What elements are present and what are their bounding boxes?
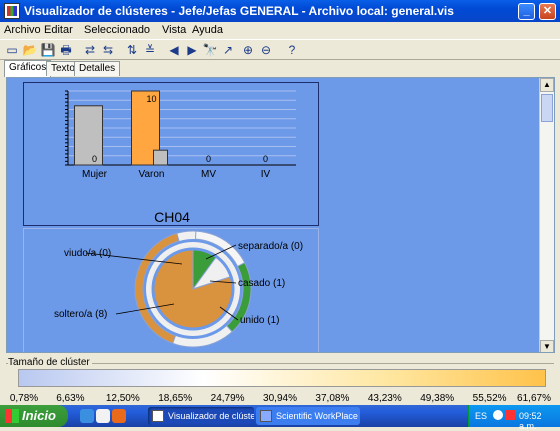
- main-window: Visualizador de clústeres - Jefe/Jefas G…: [0, 0, 560, 405]
- x-tick-label: MV: [201, 169, 216, 180]
- charts-area[interactable]: 0 Mujer 10 Varon 0 MV 0 IV CH04 viudo/a (0) sepa…: [6, 77, 555, 353]
- pie-label: viudo/a (0): [64, 248, 111, 259]
- system-tray: ES 09:52 a.m.: [468, 405, 560, 431]
- windows-flag-icon: [5, 409, 19, 423]
- pie-label: separado/a (0): [238, 241, 303, 252]
- help-icon[interactable]: ?: [284, 42, 300, 58]
- task-scientific-workplace[interactable]: Scientific WorkPlace -...: [256, 407, 360, 425]
- security-icon[interactable]: [505, 410, 515, 420]
- task-visualizador-label: Visualizador de clúste...: [168, 411, 254, 421]
- open-icon[interactable]: 📂: [22, 42, 38, 58]
- legend-tick: 30,94%: [263, 393, 297, 404]
- task-swp-label: Scientific WorkPlace -...: [276, 411, 360, 421]
- print-icon[interactable]: 🖶: [58, 42, 74, 58]
- binoculars-icon[interactable]: 🔭: [202, 42, 218, 58]
- redo-icon[interactable]: ⇄: [82, 42, 98, 58]
- start-button[interactable]: Inicio: [0, 405, 68, 427]
- filter-icon[interactable]: ≚: [142, 42, 158, 58]
- legend-tick: 24,79%: [210, 393, 245, 404]
- legend-tick: 43,23%: [367, 393, 402, 404]
- clock: 09:52 a.m.: [519, 411, 542, 431]
- start-label: Inicio: [22, 408, 56, 423]
- zoom-out-icon[interactable]: ⊖: [258, 42, 274, 58]
- language-indicator[interactable]: ES: [475, 411, 487, 421]
- legend-tick: 55,52%: [472, 393, 507, 404]
- data-label: 10: [146, 94, 156, 104]
- data-label: 0: [92, 154, 97, 164]
- legend-tick: 6,63%: [56, 393, 85, 404]
- bar-chart: 0 Mujer 10 Varon 0 MV 0 IV: [65, 90, 296, 180]
- task-visualizador[interactable]: Visualizador de clúste...: [148, 407, 254, 425]
- vertical-scrollbar[interactable]: ▲ ▼: [539, 78, 554, 352]
- legend-title: Tamaño de clúster: [8, 357, 92, 368]
- toolbar: ▭ 📂 💾 🖶 ⇄ ⇆ ⇅ ≚ ◀ ▶ 🔭 ↗ ⊕ ⊖?: [0, 39, 560, 60]
- ie-icon[interactable]: [80, 409, 94, 423]
- bar[interactable]: [74, 105, 103, 166]
- data-label: 0: [263, 154, 268, 164]
- pie-label: soltero/a (8): [54, 309, 107, 320]
- x-tick-label: Varon: [139, 169, 165, 180]
- zoom-in-icon[interactable]: ⊕: [240, 42, 256, 58]
- forward-icon[interactable]: ▶: [184, 42, 200, 58]
- data-label: 0: [206, 154, 211, 164]
- scroll-thumb[interactable]: [541, 94, 553, 122]
- network-icon[interactable]: [493, 410, 503, 420]
- menu-seleccionado[interactable]: Seleccionado: [84, 24, 150, 36]
- title-bar[interactable]: Visualizador de clústeres - Jefe/Jefas G…: [0, 0, 560, 22]
- pie-chart-panel[interactable]: viudo/a (0) separado/a (0) casado (1) unido…: [23, 228, 319, 352]
- menu-bar: Archivo Editar Seleccionado Vista Ayuda: [0, 22, 560, 39]
- tab-detalles[interactable]: Detalles: [74, 61, 121, 76]
- sort-icon[interactable]: ⇅: [124, 42, 140, 58]
- window-title: Visualizador de clústeres - Jefe/Jefas G…: [24, 4, 454, 18]
- pointer-icon[interactable]: ↗: [220, 42, 236, 58]
- legend-tick: 49,38%: [420, 393, 455, 404]
- minimize-button[interactable]: _: [518, 3, 535, 20]
- menu-archivo[interactable]: Archivo: [4, 24, 41, 36]
- visualizador-task-icon: [152, 410, 164, 422]
- save-icon[interactable]: 💾: [40, 42, 56, 58]
- pie-label: unido (1): [240, 315, 279, 326]
- firefox-icon[interactable]: [112, 409, 126, 423]
- scroll-down-icon[interactable]: ▼: [540, 340, 554, 352]
- new-icon[interactable]: ▭: [4, 42, 20, 58]
- menu-vista[interactable]: Vista: [162, 24, 186, 36]
- legend-tick: 18,65%: [158, 393, 193, 404]
- swp-task-icon: [260, 410, 272, 422]
- menu-ayuda[interactable]: Ayuda: [192, 24, 223, 36]
- pie-label: casado (1): [238, 278, 285, 289]
- legend-tick: 12,50%: [105, 393, 140, 404]
- app-icon: [4, 3, 20, 19]
- undo-icon[interactable]: ⇆: [100, 42, 116, 58]
- legend-tick: 61,67%: [517, 393, 551, 404]
- close-button[interactable]: ✕: [539, 3, 556, 20]
- x-tick-label: Mujer: [82, 169, 108, 180]
- cluster-label: CH04: [154, 209, 190, 225]
- bar[interactable]: [153, 149, 168, 166]
- tab-graficos[interactable]: Gráficos: [4, 60, 52, 77]
- scroll-up-icon[interactable]: ▲: [540, 78, 554, 92]
- cluster-size-legend: Tamaño de clúster 0,78% 6,63% 12,50% 18,65%…: [0, 353, 560, 405]
- back-icon[interactable]: ◀: [166, 42, 182, 58]
- legend-tick: 37,08%: [315, 393, 350, 404]
- legend-tick: 0,78%: [9, 393, 39, 404]
- desktop-icon[interactable]: [96, 409, 110, 423]
- x-tick-label: IV: [261, 169, 271, 180]
- taskbar: Inicio Visualizador de clúste... Scienti…: [0, 405, 560, 431]
- legend-gradient: [18, 369, 546, 387]
- bar-chart-panel[interactable]: 0 Mujer 10 Varon 0 MV 0 IV CH04: [23, 82, 319, 226]
- menu-editar[interactable]: Editar: [44, 24, 73, 36]
- pie-chart: viudo/a (0) separado/a (0) casado (1) unido…: [54, 230, 303, 348]
